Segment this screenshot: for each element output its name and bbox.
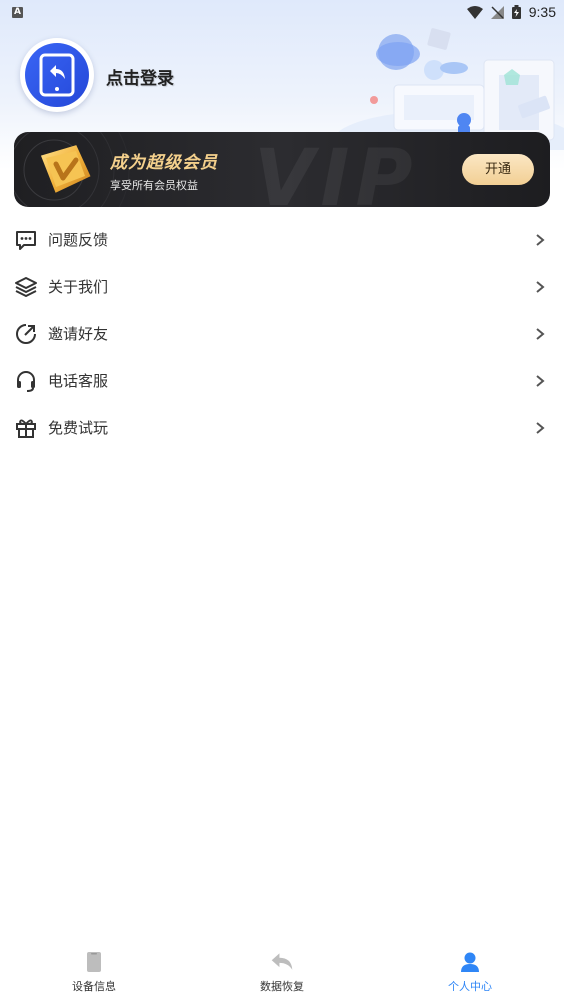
menu-item-invite[interactable]: 邀请好友: [0, 310, 564, 357]
avatar-inner: [25, 43, 89, 107]
status-time: 9:35: [528, 4, 556, 20]
chevron-right-icon: [536, 327, 545, 340]
vip-subtitle: 享受所有会员权益: [110, 179, 198, 192]
menu-label: 问题反馈: [48, 231, 109, 249]
vip-banner[interactable]: VIP 成为超级会员 享受所有会员权益 开通: [14, 132, 550, 207]
vip-badge-icon: [40, 145, 91, 193]
feedback-icon: [14, 228, 38, 252]
avatar[interactable]: [20, 38, 94, 112]
nav-tab-personal-center[interactable]: 个人中心: [376, 942, 564, 1002]
nav-label: 个人中心: [448, 980, 492, 993]
wifi-icon: [466, 5, 483, 19]
gift-icon: [14, 416, 38, 440]
login-link[interactable]: 点击登录: [106, 64, 174, 89]
menu-label: 关于我们: [48, 278, 109, 296]
vip-title: 成为超级会员: [110, 153, 218, 173]
status-bar: A 9:35: [0, 0, 564, 24]
battery-charging-icon: [511, 5, 521, 19]
layers-icon: [14, 275, 38, 299]
menu-label: 邀请好友: [48, 325, 109, 343]
nav-tab-device-info[interactable]: 设备信息: [0, 942, 188, 1002]
menu-item-feedback[interactable]: 问题反馈: [0, 216, 564, 263]
menu-item-phone-support[interactable]: 电话客服: [0, 357, 564, 404]
menu-label: 电话客服: [48, 372, 109, 390]
chevron-right-icon: [536, 233, 545, 246]
nav-tab-data-restore[interactable]: 数据恢复: [188, 942, 376, 1002]
nav-label: 数据恢复: [260, 980, 304, 993]
menu-item-free-trial[interactable]: 免费试玩: [0, 404, 564, 451]
chevron-right-icon: [536, 374, 545, 387]
vip-activate-button[interactable]: 开通: [462, 154, 534, 185]
vip-watermark: VIP: [254, 134, 419, 207]
chevron-right-icon: [536, 421, 545, 434]
phone-restore-icon: [39, 53, 75, 97]
notification-a-icon: A: [12, 6, 23, 18]
menu-item-about[interactable]: 关于我们: [0, 263, 564, 310]
restore-icon: [270, 950, 294, 974]
signal-off-icon: [490, 5, 504, 19]
menu-list: 问题反馈 关于我们 邀请好友 电话客服 免费试玩: [0, 216, 564, 451]
nav-label: 设备信息: [72, 980, 116, 993]
chevron-right-icon: [536, 280, 545, 293]
bottom-nav: 设备信息 数据恢复 个人中心: [0, 942, 564, 1002]
device-icon: [82, 950, 106, 974]
headset-icon: [14, 369, 38, 393]
user-icon: [458, 950, 482, 974]
share-icon: [14, 322, 38, 346]
menu-label: 免费试玩: [48, 419, 109, 437]
